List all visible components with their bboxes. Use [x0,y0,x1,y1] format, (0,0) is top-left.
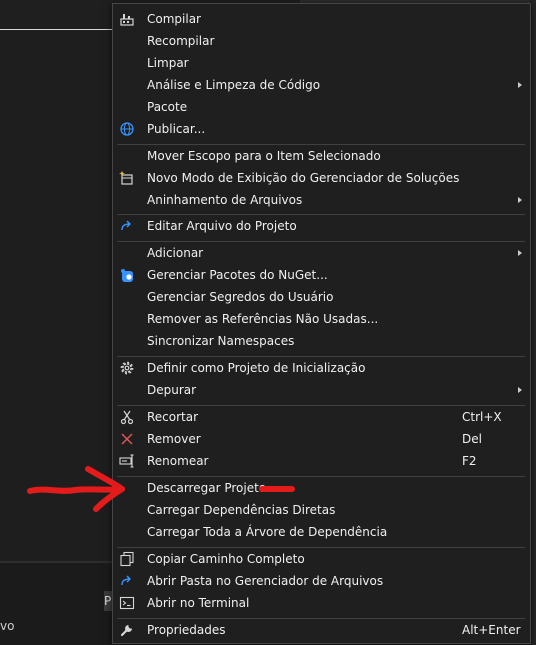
menu-item-carregar-dependencias-diretas[interactable]: Carregar Dependências Diretas [113,499,530,521]
redo-arrow-icon [119,218,135,234]
menu-item-editar-arquivo-projeto[interactable]: Editar Arquivo do Projeto [113,215,530,237]
menu-item-label: Carregar Dependências Diretas [147,503,336,517]
wrench-icon [119,622,135,638]
menu-item-definir-projeto-inicializacao[interactable]: Definir como Projeto de Inicialização [113,357,530,379]
menu-item-remover-referencias[interactable]: Remover as Referências Não Usadas... [113,308,530,330]
menu-item-label: Aninhamento de Arquivos [147,193,303,207]
rename-icon [119,453,135,469]
menu-item-label: Recortar [147,410,199,424]
delete-x-icon [119,431,135,447]
menu-item-label: Pacote [147,100,188,114]
editor-area[interactable] [0,31,112,561]
menu-item-label: Remover [147,432,201,446]
menu-item-abrir-pasta[interactable]: Abrir Pasta no Gerenciador de Arquivos [113,570,530,592]
redo-arrow-icon [119,573,135,589]
menu-item-label: Renomear [147,454,209,468]
scissors-icon [119,409,135,425]
menu-item-label: Mover Escopo para o Item Selecionado [147,149,381,163]
menu-item-label: Sincronizar Namespaces [147,334,295,348]
menu-item-label: Remover as Referências Não Usadas... [147,312,379,326]
shortcut-text: Alt+Enter [462,623,521,637]
submenu-arrow-icon [518,250,522,256]
bottom-panel [0,563,112,645]
menu-item-label: Publicar... [147,122,206,136]
globe-icon [119,121,135,137]
editor-tab-underline [0,29,112,30]
terminal-icon [119,595,135,611]
menu-item-renomear[interactable]: Renomear F2 [113,450,530,472]
menu-item-label: Limpar [147,56,189,70]
menu-item-sincronizar-namespaces[interactable]: Sincronizar Namespaces [113,330,530,352]
menu-item-label: Carregar Toda a Árvore de Dependência [147,525,388,539]
menu-item-label: Recompilar [147,34,215,48]
menu-item-abrir-terminal[interactable]: Abrir no Terminal [113,592,530,614]
shortcut-text: F2 [462,454,477,468]
menu-item-label: Novo Modo de Exibição do Gerenciador de … [147,171,460,185]
menu-item-label: Abrir no Terminal [147,596,250,610]
menu-item-label: Gerenciar Pacotes do NuGet... [147,268,328,282]
menu-item-limpar[interactable]: Limpar [113,52,530,74]
new-view-icon [119,170,135,186]
gear-icon [119,360,135,376]
menu-item-novo-modo-exibicao[interactable]: Novo Modo de Exibição do Gerenciador de … [113,167,530,189]
menu-item-label: Gerenciar Segredos do Usuário [147,290,334,304]
menu-item-compilar[interactable]: Compilar [113,8,530,30]
shortcut-text: Ctrl+X [462,410,502,424]
menu-item-label: Análise e Limpeza de Código [147,78,321,92]
menu-item-aninhamento-arquivos[interactable]: Aninhamento de Arquivos [113,189,530,211]
menu-item-label: Adicionar [147,246,204,260]
menu-item-adicionar[interactable]: Adicionar [113,242,530,264]
menu-item-label: Compilar [147,12,201,26]
menu-item-mover-escopo[interactable]: Mover Escopo para o Item Selecionado [113,145,530,167]
menu-item-recortar[interactable]: Recortar Ctrl+X [113,406,530,428]
menu-item-label: Propriedades [147,623,226,637]
submenu-arrow-icon [518,82,522,88]
menu-item-label: Depurar [147,383,197,397]
nuget-icon [119,267,135,283]
menu-item-label: Abrir Pasta no Gerenciador de Arquivos [147,574,384,588]
project-context-menu: Compilar Recompilar Limpar Análise e Lim… [112,3,531,644]
menu-item-label: Descarregar Projeto [147,481,267,495]
menu-item-remover[interactable]: Remover Del [113,428,530,450]
menu-item-analise-limpeza[interactable]: Análise e Limpeza de Código [113,74,530,96]
copy-icon [119,551,135,567]
bottom-panel-text: vo [0,619,15,633]
menu-item-depurar[interactable]: Depurar [113,379,530,401]
menu-item-pacote[interactable]: Pacote [113,96,530,118]
menu-item-label: Editar Arquivo do Projeto [147,219,297,233]
submenu-arrow-icon [518,387,522,393]
menu-item-publicar[interactable]: Publicar... [113,118,530,140]
menu-item-descarregar-projeto[interactable]: Descarregar Projeto [113,477,530,499]
menu-item-label: Copiar Caminho Completo [147,552,305,566]
right-scrollbar[interactable] [532,0,536,645]
menu-item-recompilar[interactable]: Recompilar [113,30,530,52]
shortcut-text: Del [462,432,482,446]
menu-item-carregar-arvore-dependencia[interactable]: Carregar Toda a Árvore de Dependência [113,521,530,543]
menu-item-gerenciar-segredos[interactable]: Gerenciar Segredos do Usuário [113,286,530,308]
menu-item-gerenciar-nuget[interactable]: Gerenciar Pacotes do NuGet... [113,264,530,286]
submenu-arrow-icon [518,197,522,203]
editor-tab-strip [0,0,112,30]
menu-item-label: Definir como Projeto de Inicialização [147,361,366,375]
menu-item-copiar-caminho[interactable]: Copiar Caminho Completo [113,548,530,570]
menu-item-propriedades[interactable]: Propriedades Alt+Enter [113,619,530,641]
build-icon [119,11,135,27]
